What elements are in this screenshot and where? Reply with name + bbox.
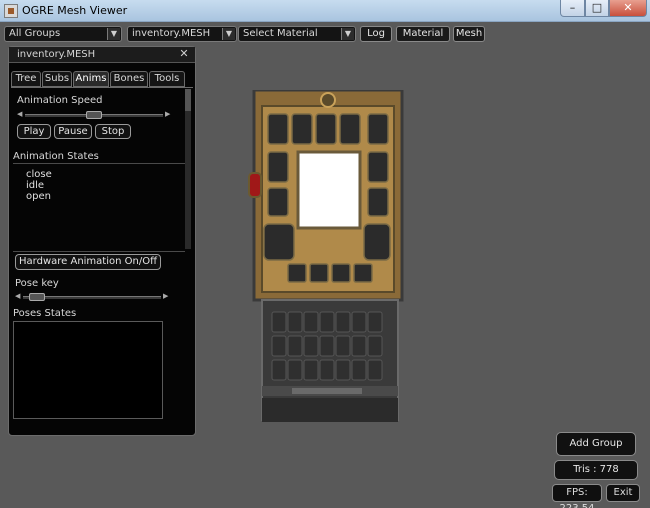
groups-combobox[interactable]: All Groups ▼ <box>4 26 122 42</box>
play-button[interactable]: Play <box>17 124 51 139</box>
tab-bones[interactable]: Bones <box>110 71 148 87</box>
poses-states-list[interactable] <box>13 321 163 419</box>
animation-speed-slider[interactable] <box>25 111 163 119</box>
slider-left-arrow-icon[interactable]: ◀ <box>17 110 23 118</box>
animation-states-label: Animation States <box>13 151 99 162</box>
tab-tools[interactable]: Tools <box>149 71 185 87</box>
window-titlebar: OGRE Mesh Viewer – □ ✕ <box>0 0 650 22</box>
triangle-count-display: Tris : 778 <box>554 460 638 480</box>
log-button[interactable]: Log <box>360 26 392 42</box>
chevron-down-icon[interactable]: ▼ <box>222 28 235 40</box>
app-icon <box>4 4 18 18</box>
mesh-combobox[interactable]: inventory.MESH ▼ <box>127 26 237 42</box>
material-combobox-value: Select Material <box>243 28 318 39</box>
animation-speed-slider-knob[interactable] <box>86 111 102 119</box>
tab-tree[interactable]: Tree <box>11 71 41 87</box>
stop-button[interactable]: Stop <box>95 124 131 139</box>
panel-scrollbar-thumb[interactable] <box>185 89 191 111</box>
tab-divider <box>11 87 193 88</box>
slider-left-arrow-icon[interactable]: ◀ <box>15 292 21 300</box>
fps-counter: FPS: 223.54 <box>552 484 602 508</box>
maximize-button[interactable]: □ <box>585 0 609 17</box>
pose-key-slider-knob[interactable] <box>29 293 45 301</box>
material-combobox[interactable]: Select Material ▼ <box>238 26 356 42</box>
tab-subs[interactable]: Subs <box>42 71 72 87</box>
hardware-animation-toggle-button[interactable]: Hardware Animation On/Off <box>15 254 161 270</box>
poses-states-label: Poses States <box>13 308 77 319</box>
slider-right-arrow-icon[interactable]: ▶ <box>165 110 171 118</box>
window-title: OGRE Mesh Viewer <box>22 4 128 17</box>
panel-header[interactable]: inventory.MESH ✕ <box>9 47 195 63</box>
panel-title: inventory.MESH <box>17 49 96 60</box>
pose-key-slider[interactable] <box>23 293 161 301</box>
list-item[interactable]: idle <box>26 180 44 191</box>
close-window-button[interactable]: ✕ <box>609 0 647 17</box>
mesh-model[interactable] <box>252 90 404 430</box>
chevron-down-icon[interactable]: ▼ <box>107 28 120 40</box>
mesh-combobox-value: inventory.MESH <box>132 28 211 39</box>
add-group-button[interactable]: Add Group <box>556 432 636 456</box>
pose-key-label: Pose key <box>15 278 59 289</box>
separator <box>13 163 185 164</box>
material-button[interactable]: Material <box>396 26 450 42</box>
separator <box>13 251 185 252</box>
chevron-down-icon[interactable]: ▼ <box>341 28 354 40</box>
exit-button[interactable]: Exit <box>606 484 640 502</box>
mesh-properties-panel: inventory.MESH ✕ Tree Subs Anims Bones T… <box>8 46 196 436</box>
list-item[interactable]: close <box>26 169 52 180</box>
slider-right-arrow-icon[interactable]: ▶ <box>163 292 169 300</box>
list-item[interactable]: open <box>26 191 51 202</box>
panel-scrollbar[interactable] <box>185 89 191 249</box>
close-icon[interactable]: ✕ <box>175 47 193 61</box>
tab-anims[interactable]: Anims <box>73 71 109 87</box>
minimize-button[interactable]: – <box>560 0 585 17</box>
mesh-button[interactable]: Mesh <box>453 26 485 42</box>
mesh-gem-decoration <box>248 172 262 198</box>
groups-combobox-value: All Groups <box>9 28 61 39</box>
pause-button[interactable]: Pause <box>54 124 92 139</box>
animation-speed-label: Animation Speed <box>17 95 103 106</box>
